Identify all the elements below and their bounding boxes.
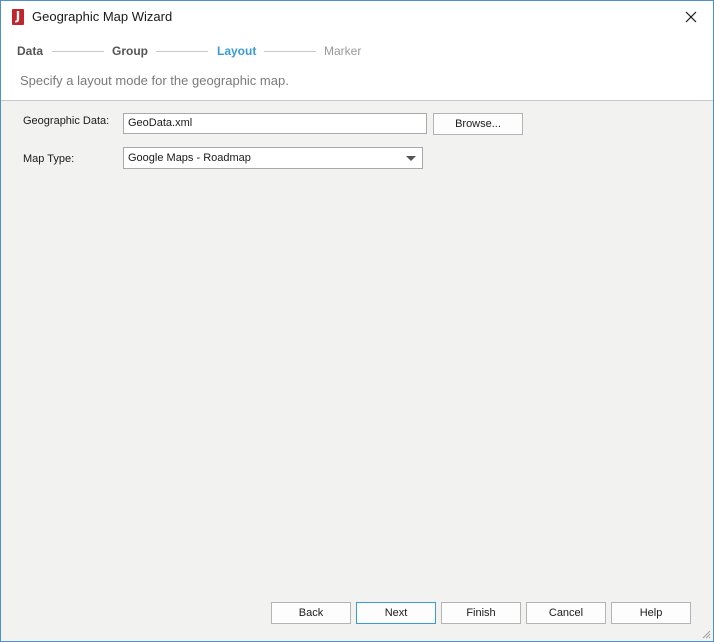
step-connector <box>264 51 316 52</box>
next-button[interactable]: Next <box>356 602 436 624</box>
map-type-label: Map Type: <box>23 153 75 165</box>
map-type-select[interactable]: Google Maps - Roadmap <box>123 147 423 169</box>
close-icon <box>685 11 697 23</box>
finish-button[interactable]: Finish <box>441 602 521 624</box>
title-bar: J Geographic Map Wizard <box>1 1 713 33</box>
wizard-window: J Geographic Map Wizard Data Group Layou… <box>0 0 714 642</box>
app-logo-icon: J <box>12 9 24 25</box>
step-connector <box>156 51 208 52</box>
back-button[interactable]: Back <box>271 602 351 624</box>
cancel-button[interactable]: Cancel <box>526 602 606 624</box>
close-button[interactable] <box>669 1 713 33</box>
geographic-data-label: Geographic Data: <box>23 115 110 127</box>
browse-button[interactable]: Browse... <box>433 113 523 135</box>
resize-grip-icon[interactable] <box>701 629 711 639</box>
chevron-down-icon <box>406 156 416 161</box>
app-logo-letter: J <box>15 9 21 23</box>
step-group[interactable]: Group <box>112 44 148 58</box>
wizard-header: Data Group Layout Marker Specify a layou… <box>1 33 713 101</box>
geographic-data-input[interactable] <box>123 113 427 134</box>
step-data[interactable]: Data <box>17 44 43 58</box>
step-layout[interactable]: Layout <box>217 44 256 58</box>
step-marker: Marker <box>324 44 362 58</box>
step-connector <box>52 51 104 52</box>
help-button[interactable]: Help <box>611 602 691 624</box>
map-type-value: Google Maps - Roadmap <box>128 152 251 164</box>
page-subtitle: Specify a layout mode for the geographic… <box>20 73 289 88</box>
window-title: Geographic Map Wizard <box>32 9 173 24</box>
